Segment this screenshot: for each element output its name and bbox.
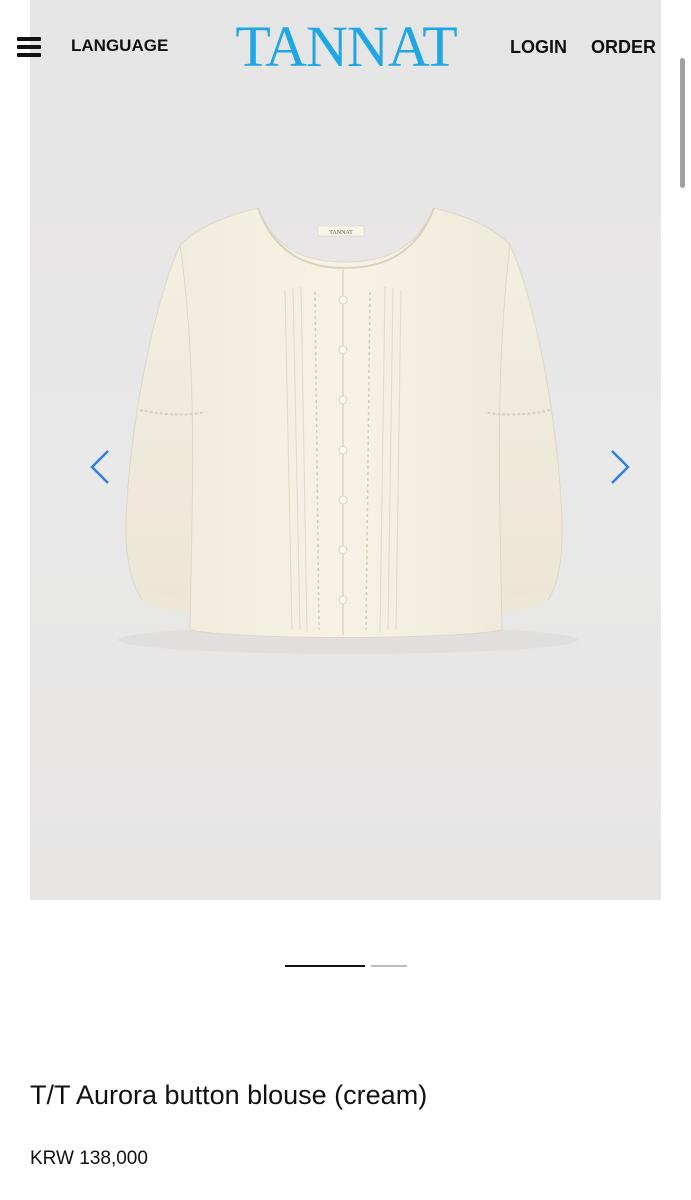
brand-logo[interactable]: TANNAT (230, 14, 462, 80)
product-image-gallery[interactable]: TANNAT (30, 0, 661, 900)
menu-bar (17, 45, 41, 49)
hamburger-menu-icon[interactable] (17, 37, 41, 57)
menu-bar (17, 37, 41, 41)
order-link[interactable]: ORDER (591, 37, 656, 58)
garment-label-text: TANNAT (329, 230, 353, 236)
chevron-right-icon (611, 450, 630, 484)
page-scrollbar[interactable] (680, 58, 685, 188)
site-header: LANGUAGE TANNAT LOGIN ORDER (0, 0, 691, 96)
previous-slide-button[interactable] (82, 448, 118, 486)
menu-bar (17, 53, 41, 57)
chevron-left-icon (90, 450, 109, 484)
next-slide-button[interactable] (602, 448, 638, 486)
product-title: T/T Aurora button blouse (cream) (30, 1080, 428, 1110)
product-price: KRW 138,000 (30, 1148, 148, 1169)
product-image: TANNAT (118, 207, 578, 654)
slide-indicator-1[interactable] (285, 965, 365, 967)
slide-indicator-2[interactable] (371, 965, 407, 967)
login-link[interactable]: LOGIN (510, 37, 567, 58)
language-link[interactable]: LANGUAGE (71, 36, 168, 56)
